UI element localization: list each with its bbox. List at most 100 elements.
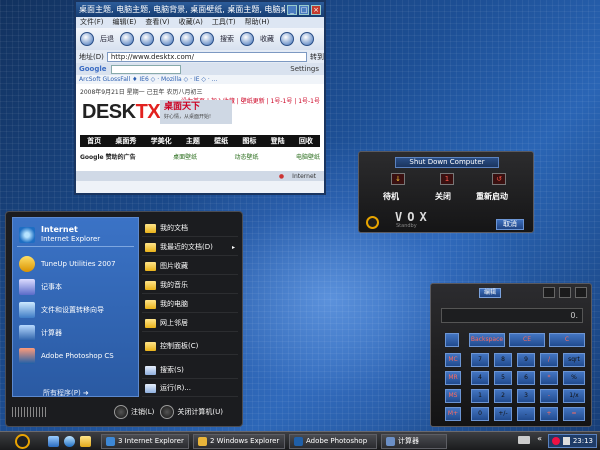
stop-icon[interactable] [140, 32, 154, 46]
nav-wallpapers[interactable]: 壁纸 [214, 135, 228, 147]
keyboard-icon[interactable] [518, 436, 530, 444]
links-bar[interactable]: ArcSoft GLossFall ♦ IE6 ◇ · Mozilla ◇ · … [76, 75, 324, 84]
mail-icon[interactable] [280, 32, 294, 46]
place-search[interactable]: 搜索(S) [142, 362, 238, 379]
browser-titlebar[interactable]: 桌面主题, 电脑主题, 电脑背景, 桌面壁纸, 桌面主题, 电脑桌面 _ □ × [76, 2, 324, 17]
calc-key-9[interactable]: 9 [517, 353, 535, 367]
start-item-internet[interactable]: Internet Internet Explorer [19, 225, 100, 244]
calc-key-2[interactable]: 2 [494, 389, 512, 403]
search-icon[interactable] [200, 32, 214, 46]
calc-key-minus[interactable]: - [540, 389, 558, 403]
start-item-tuneup[interactable]: TuneUp Utilities 2007 [19, 256, 116, 272]
ad-link[interactable]: 桌面壁纸 [173, 152, 197, 161]
calc-key-mr[interactable]: MR [445, 371, 461, 385]
back-label[interactable]: 后退 [100, 34, 114, 44]
maximize-icon[interactable] [559, 287, 571, 298]
calc-menu-edit[interactable]: 编辑 [479, 288, 501, 298]
place-my-music[interactable]: 我的音乐 [142, 277, 238, 294]
calc-key-equals[interactable]: = [563, 407, 585, 421]
place-my-computer[interactable]: 我的电脑 [142, 296, 238, 313]
task-calculator[interactable]: 计算器 [381, 433, 447, 449]
turn-off-button[interactable]: 1 [440, 173, 454, 185]
cancel-button[interactable]: 取消 [496, 219, 524, 230]
calc-key-1[interactable]: 1 [471, 389, 489, 403]
task-photoshop[interactable]: Adobe Photoshop [289, 433, 377, 449]
calc-key-3[interactable]: 3 [517, 389, 535, 403]
nav-login[interactable]: 登陆 [271, 135, 285, 147]
all-programs-button[interactable]: 所有程序(P) ➜ [43, 388, 89, 398]
calc-key-mc[interactable]: MC [445, 353, 461, 367]
place-my-documents[interactable]: 我的文档 [142, 220, 238, 237]
google-settings[interactable]: Settings [290, 65, 319, 73]
menu-view[interactable]: 查看(V) [145, 17, 169, 28]
folder-icon[interactable] [80, 435, 91, 447]
menu-edit[interactable]: 编辑(E) [113, 17, 137, 28]
volume-icon[interactable] [562, 437, 570, 445]
tray-expand-icon[interactable]: « [537, 434, 542, 443]
logoff-button[interactable]: 注销(L) [131, 407, 154, 417]
calc-key-reciprocal[interactable]: 1/x [563, 389, 585, 403]
calc-key-ms[interactable]: MS [445, 389, 461, 403]
task-internet-explorer[interactable]: 3 Internet Explorer [101, 433, 189, 449]
start-item-calculator[interactable]: 计算器 [19, 325, 62, 341]
start-item-photoshop[interactable]: Adobe Photoshop CS [19, 348, 114, 364]
maximize-icon[interactable]: □ [299, 4, 309, 15]
menu-file[interactable]: 文件(F) [80, 17, 104, 28]
calc-key-negate[interactable]: +/- [494, 407, 512, 421]
calc-key-divide[interactable]: / [540, 353, 558, 367]
place-recent-documents[interactable]: 我最近的文档(D) ▸ [142, 239, 238, 256]
logoff-icon[interactable] [114, 405, 128, 419]
menu-tools[interactable]: 工具(T) [212, 17, 236, 28]
refresh-icon[interactable] [160, 32, 174, 46]
home-icon[interactable] [180, 32, 194, 46]
close-icon[interactable] [575, 287, 587, 298]
calc-key-ce[interactable]: CE [509, 333, 545, 347]
calc-key-5[interactable]: 5 [494, 371, 512, 385]
nav-icons[interactable]: 图标 [242, 135, 256, 147]
calc-key-decimal[interactable]: . [517, 407, 535, 421]
search-label[interactable]: 搜索 [220, 34, 234, 44]
restart-button[interactable]: ↺ [492, 173, 506, 185]
print-icon[interactable] [300, 32, 314, 46]
standby-button[interactable]: ↓ [391, 173, 405, 185]
go-button[interactable]: 转到 [310, 52, 324, 62]
show-desktop-icon[interactable] [48, 435, 59, 447]
calc-key-percent[interactable]: % [563, 371, 585, 385]
internet-explorer-icon[interactable] [64, 435, 75, 447]
calc-key-multiply[interactable]: * [540, 371, 558, 385]
clock[interactable]: 23:13 [573, 437, 593, 445]
minimize-icon[interactable] [543, 287, 555, 298]
nav-recycle[interactable]: 回收 [299, 135, 313, 147]
menu-help[interactable]: 帮助(H) [245, 17, 270, 28]
back-icon[interactable] [80, 32, 94, 46]
nav-learn[interactable]: 学美化 [151, 135, 172, 147]
forward-icon[interactable] [120, 32, 134, 46]
calc-key-6[interactable]: 6 [517, 371, 535, 385]
browser-window[interactable]: 桌面主题, 电脑主题, 电脑背景, 桌面壁纸, 桌面主题, 电脑桌面 _ □ ×… [74, 0, 326, 195]
shutdown-button[interactable]: 关闭计算机(U) [177, 407, 223, 417]
nav-themes[interactable]: 主题 [186, 135, 200, 147]
calc-key-mplus[interactable]: M+ [445, 407, 461, 421]
google-search-input[interactable] [110, 64, 181, 74]
shutdown-icon[interactable] [160, 405, 175, 419]
calc-key-plus[interactable]: + [540, 407, 558, 421]
favorites-label[interactable]: 收藏 [260, 34, 274, 44]
calc-key-c[interactable]: C [549, 333, 585, 347]
start-button[interactable] [15, 433, 30, 449]
favorites-icon[interactable] [240, 32, 254, 46]
calc-key-7[interactable]: 7 [471, 353, 489, 367]
calc-key-0[interactable]: 0 [471, 407, 489, 421]
start-item-notepad[interactable]: 记事本 [19, 279, 62, 295]
place-network[interactable]: 网上邻居 [142, 315, 238, 332]
user-icon[interactable] [551, 437, 560, 445]
place-my-pictures[interactable]: 图片收藏 [142, 258, 238, 275]
place-control-panel[interactable]: 控制面板(C) [142, 338, 238, 355]
calc-key-sqrt[interactable]: sqrt [563, 353, 585, 367]
calc-key-backspace[interactable]: Backspace [469, 333, 505, 347]
task-windows-explorer[interactable]: 2 Windows Explorer [193, 433, 285, 449]
calc-key-8[interactable]: 8 [494, 353, 512, 367]
ad-link[interactable]: 电脑壁纸 [296, 152, 320, 161]
menu-favorites[interactable]: 收藏(A) [179, 17, 203, 28]
ad-link[interactable]: 动态壁纸 [235, 152, 259, 161]
minimize-icon[interactable]: _ [287, 4, 297, 15]
